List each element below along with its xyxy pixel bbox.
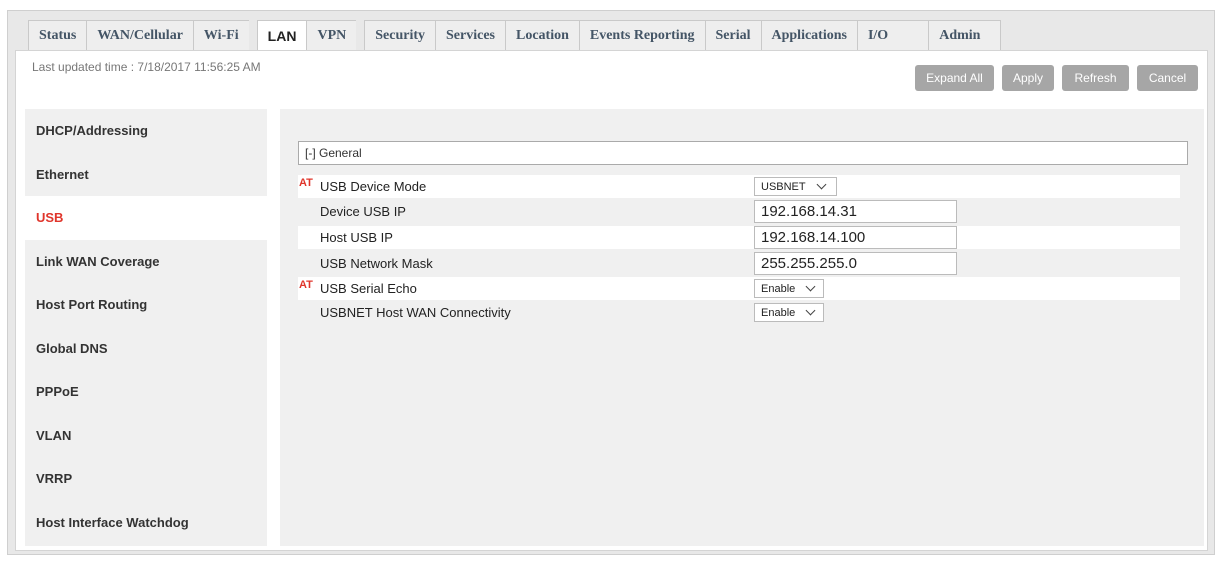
device-usb-ip-input[interactable]: 192.168.14.31	[754, 200, 957, 223]
top-tab-bar: Status WAN/Cellular Wi-Fi LAN VPN Securi…	[28, 20, 1002, 51]
sidebar-item-ethernet[interactable]: Ethernet	[25, 153, 267, 197]
tab-security[interactable]: Security	[364, 20, 435, 50]
usb-device-mode-label: USB Device Mode	[320, 179, 427, 194]
tab-vpn[interactable]: VPN	[306, 20, 357, 50]
main-panel: Last updated time : 7/18/2017 11:56:25 A…	[15, 50, 1208, 551]
tab-services[interactable]: Services	[435, 20, 505, 50]
tab-wifi[interactable]: Wi-Fi	[192, 20, 249, 50]
row-host-usb-ip: Host USB IP 192.168.14.100	[298, 226, 1180, 249]
action-buttons: Expand All Apply Refresh Cancel	[915, 65, 1198, 91]
sidebar-item-pppoe[interactable]: PPPoE	[25, 370, 267, 414]
tab-io[interactable]: I/O	[856, 20, 929, 50]
tab-wan-cellular[interactable]: WAN/Cellular	[86, 20, 193, 50]
sidebar-item-host-port-routing[interactable]: Host Port Routing	[25, 283, 267, 327]
sidebar-item-link-wan-coverage[interactable]: Link WAN Coverage	[25, 240, 267, 284]
settings-content: [-] General AT USB Device Mode USBNET De…	[280, 109, 1204, 546]
sidebar-item-vlan[interactable]: VLAN	[25, 414, 267, 458]
sidebar-item-usb[interactable]: USB	[25, 196, 267, 240]
sidebar-item-dhcp-addressing[interactable]: DHCP/Addressing	[25, 109, 267, 153]
chevron-down-icon	[816, 179, 827, 190]
host-usb-ip-label: Host USB IP	[320, 230, 393, 245]
at-marker: AT	[299, 177, 313, 189]
sidebar-item-vrrp[interactable]: VRRP	[25, 457, 267, 501]
section-general-toggle[interactable]: [-] General	[298, 141, 1188, 165]
tab-admin[interactable]: Admin	[928, 20, 1002, 50]
usb-serial-echo-value: Enable	[761, 282, 796, 295]
device-usb-ip-label: Device USB IP	[320, 204, 406, 219]
sidebar-nav: DHCP/Addressing Ethernet USB Link WAN Co…	[25, 109, 267, 544]
sidebar-item-global-dns[interactable]: Global DNS	[25, 327, 267, 371]
tab-applications[interactable]: Applications	[760, 20, 857, 50]
usbnet-host-wan-label: USBNET Host WAN Connectivity	[320, 305, 511, 320]
row-usbnet-host-wan: USBNET Host WAN Connectivity Enable	[298, 301, 1180, 324]
usb-serial-echo-label: USB Serial Echo	[320, 281, 417, 296]
usb-device-mode-value: USBNET	[761, 180, 806, 193]
tab-events-reporting[interactable]: Events Reporting	[578, 20, 705, 50]
refresh-button[interactable]: Refresh	[1062, 65, 1129, 91]
usbnet-host-wan-select[interactable]: Enable	[754, 303, 824, 322]
settings-rows: AT USB Device Mode USBNET Device USB IP …	[298, 175, 1180, 324]
expand-all-button[interactable]: Expand All	[915, 65, 994, 91]
usb-serial-echo-select[interactable]: Enable	[754, 279, 824, 298]
usb-network-mask-label: USB Network Mask	[320, 256, 433, 271]
usbnet-host-wan-value: Enable	[761, 306, 796, 319]
cancel-button[interactable]: Cancel	[1137, 65, 1198, 91]
tab-status[interactable]: Status	[28, 20, 87, 50]
at-marker: AT	[299, 279, 313, 291]
row-usb-device-mode: AT USB Device Mode USBNET	[298, 175, 1180, 198]
chevron-down-icon	[805, 305, 816, 316]
row-usb-serial-echo: AT USB Serial Echo Enable	[298, 277, 1180, 300]
tab-location[interactable]: Location	[504, 20, 579, 50]
last-updated-text: Last updated time : 7/18/2017 11:56:25 A…	[32, 60, 261, 74]
tab-serial[interactable]: Serial	[704, 20, 761, 50]
row-usb-network-mask: USB Network Mask 255.255.255.0	[298, 252, 1180, 275]
usb-device-mode-select[interactable]: USBNET	[754, 177, 837, 196]
usb-network-mask-input[interactable]: 255.255.255.0	[754, 252, 957, 275]
apply-button[interactable]: Apply	[1002, 65, 1054, 91]
sidebar-item-host-interface-watchdog[interactable]: Host Interface Watchdog	[25, 501, 267, 545]
row-device-usb-ip: Device USB IP 192.168.14.31	[298, 200, 1180, 223]
chevron-down-icon	[805, 281, 816, 292]
tab-lan[interactable]: LAN	[256, 20, 307, 51]
host-usb-ip-input[interactable]: 192.168.14.100	[754, 226, 957, 249]
